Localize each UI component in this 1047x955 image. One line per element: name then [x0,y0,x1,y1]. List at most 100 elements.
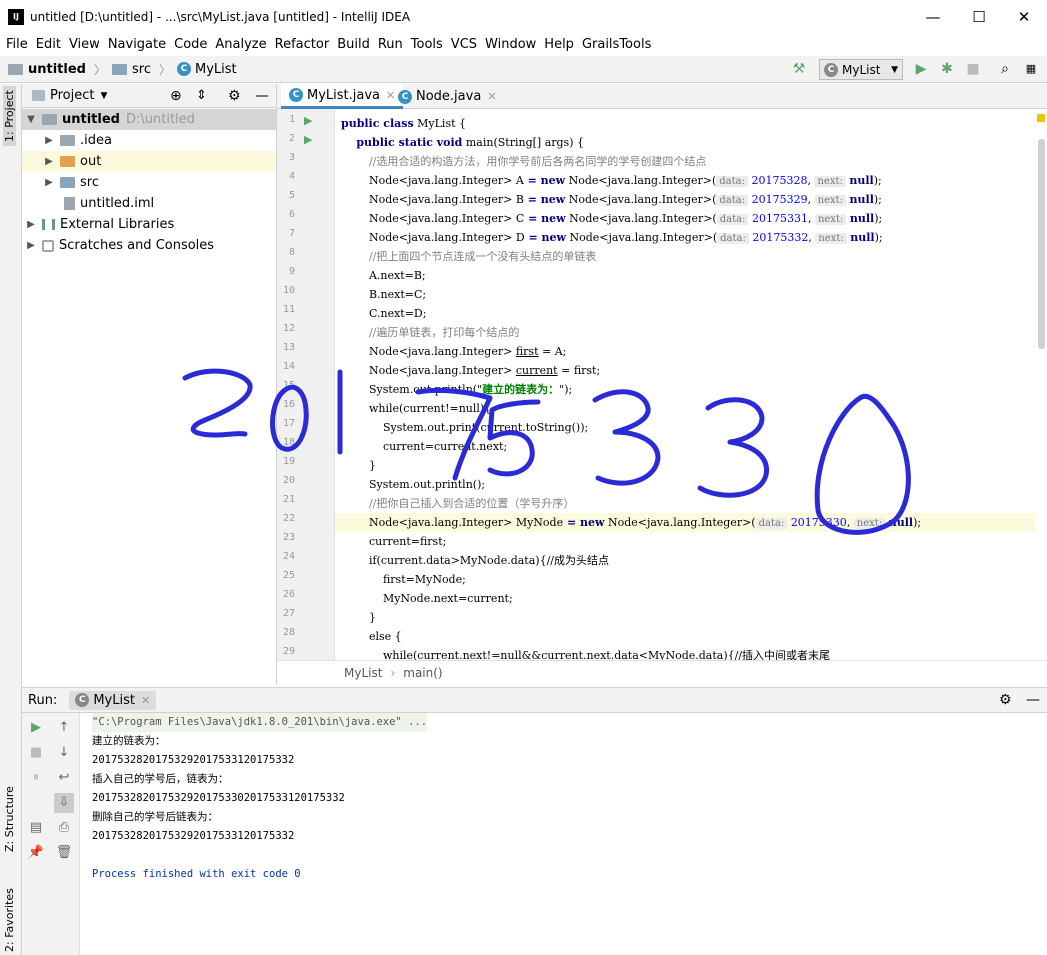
project-view-select[interactable]: Project [50,88,94,103]
pin-icon[interactable]: 📌 [26,843,46,863]
arrow-up-icon[interactable]: ↑ [54,718,74,738]
close-icon[interactable]: ✕ [487,90,496,103]
code-token: = new [524,231,566,244]
code-breadcrumb-class[interactable]: MyList [344,666,382,680]
menu-analyze[interactable]: Analyze [215,37,272,52]
breadcrumb-src[interactable]: src [112,62,151,77]
menu-run[interactable]: Run [378,37,409,52]
tree-item-label: .idea [80,133,112,148]
locate-icon[interactable]: ⊕ [170,88,182,104]
line-number: 13 [282,342,295,353]
code-comment: //选用合适的构造方法，用你学号前后各两名同学的学号创建四个结点 [341,155,707,168]
breadcrumb-project[interactable]: untitled [8,62,86,77]
line-number: 27 [282,608,295,619]
menu-navigate[interactable]: Navigate [108,37,172,52]
run-gutter-icon[interactable]: ▶ [304,114,312,127]
code-token: main(String[] args) { [462,136,584,149]
code-line: if(current.data>MyNode.data){//成为头结点 [341,554,609,567]
rerun-icon[interactable]: ▶ [26,718,46,738]
chevron-right-icon[interactable]: ▶ [24,240,38,251]
line-number: 23 [282,532,295,543]
close-button[interactable]: ✕ [1001,0,1047,34]
tree-item-iml[interactable]: untitled.iml [22,193,276,214]
tree-item-src[interactable]: ▶ src [22,172,276,193]
tree-item-external-libraries[interactable]: ▶ External Libraries [22,214,276,235]
tree-item-scratches[interactable]: ▶ Scratches and Consoles [22,235,276,256]
line-number: 11 [282,304,295,315]
scroll-to-end-icon[interactable]: ⇩ [54,793,74,813]
breadcrumb-separator: 〉 [93,62,106,77]
run-gutter-icon[interactable]: ▶ [304,133,312,146]
trash-icon[interactable]: 🗑 [54,843,74,863]
gear-icon[interactable]: ⚙ [228,88,241,104]
chevron-right-icon[interactable]: ▶ [42,135,56,146]
menu-edit[interactable]: Edit [36,37,67,52]
menu-file[interactable]: File [6,37,34,52]
close-icon[interactable]: ✕ [141,694,150,707]
project-view-icon [32,90,45,101]
breadcrumb-file[interactable]: C MyList [177,62,237,77]
maximize-button[interactable]: ☐ [956,0,1002,34]
menu-refactor[interactable]: Refactor [275,37,336,52]
tree-item-idea[interactable]: ▶ .idea [22,130,276,151]
line-number: 12 [282,323,295,334]
arrow-down-icon[interactable]: ↓ [54,743,74,763]
favorites-tool-tab[interactable]: 2: Favorites [3,888,16,952]
code-token: Node<java.lang.Integer> [368,174,516,187]
pause-icon[interactable]: ⏸ [26,768,46,788]
menu-window[interactable]: Window [485,37,542,52]
search-icon[interactable]: ⌕ [996,60,1014,78]
console-output[interactable]: "C:\Program Files\Java\jdk1.8.0_201\bin\… [80,713,1045,955]
code-area[interactable]: public class MyList { public static void… [335,109,1035,660]
code-token: = new [523,174,566,187]
run-config-select[interactable]: C MyList ▼ [819,59,903,80]
line-number: 9 [288,266,295,277]
breadcrumb-separator: 〉 [158,62,171,77]
layout-icon[interactable]: ▦ [1022,60,1040,78]
build-hammer-icon[interactable]: ⚒ [790,60,808,78]
line-number: 1 [288,114,295,125]
print-icon[interactable]: ⎙ [54,818,74,838]
soft-wrap-icon[interactable]: ↩ [54,768,74,788]
tab-mylist-java[interactable]: C MyList.java ✕ [281,84,404,109]
gear-icon[interactable]: ⚙ [999,692,1012,708]
editor-scrollbar[interactable] [1035,109,1047,660]
chevron-down-icon[interactable]: ▼ [24,114,38,125]
debug-icon[interactable]: ✱ [938,60,956,78]
hide-panel-icon[interactable]: — [255,88,269,104]
chevron-down-icon[interactable]: ▼ [100,91,107,101]
code-line: first=MyNode; [341,573,466,586]
project-folder-icon [8,63,23,75]
tree-item-out[interactable]: ▶ out [22,151,276,172]
menu-code[interactable]: Code [174,37,213,52]
stop-icon[interactable]: ■ [964,60,982,78]
collapse-all-icon[interactable]: ⇕ [196,88,207,103]
menu-tools[interactable]: Tools [411,37,449,52]
code-breadcrumb-method[interactable]: main() [403,666,442,680]
code-token: null [850,231,875,244]
menu-build[interactable]: Build [337,37,376,52]
chevron-right-icon[interactable]: ▶ [42,156,56,167]
layout-icon[interactable]: ▤ [26,818,46,838]
scrollbar-thumb[interactable] [1038,139,1045,349]
menu-grailstools[interactable]: GrailsTools [582,37,657,52]
code-token: public class [341,117,414,130]
menu-help[interactable]: Help [544,37,580,52]
menu-view[interactable]: View [69,37,106,52]
intellij-logo-icon: IJ [8,9,24,25]
code-comment: //把上面四个节点连成一个没有头结点的单链表 [341,250,597,263]
stop-icon[interactable]: ■ [26,743,46,763]
tree-item-untitled[interactable]: ▼ untitled D:\untitled [22,109,276,130]
tab-node-java[interactable]: C Node.java ✕ [390,84,505,109]
menu-vcs[interactable]: VCS [451,37,483,52]
run-tab-mylist[interactable]: C MyList ✕ [69,690,157,710]
code-token: Node<java.lang.Integer>( [565,212,717,225]
chevron-right-icon[interactable]: ▶ [24,219,38,230]
project-tool-tab[interactable]: 1: Project [3,86,16,146]
hide-panel-icon[interactable]: — [1026,692,1040,708]
minimize-button[interactable]: — [910,0,956,34]
structure-tool-tab[interactable]: Z: Structure [3,786,16,852]
chevron-right-icon[interactable]: ▶ [42,177,56,188]
run-icon[interactable]: ▶ [912,60,930,78]
line-number: 25 [282,570,295,581]
